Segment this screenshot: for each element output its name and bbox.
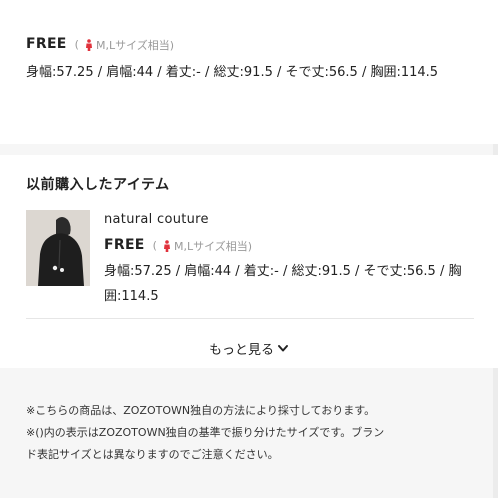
size-note-text: M,Lサイズ相当) <box>95 38 175 52</box>
footnote-line: ※こちらの商品は、ZOZOTOWN独自の方法により採寸しております。 <box>26 404 376 417</box>
show-more-button[interactable]: もっと見る <box>0 334 498 362</box>
product-thumbnail[interactable] <box>26 210 90 286</box>
section-title: 以前購入したアイテム <box>26 177 170 193</box>
current-size-row: FREE ( M,Lサイズ相当) <box>26 36 174 53</box>
footnote-line: ※()内の表示はZOZOTOWN独自の基準で振り分けたサイズです。ブラン <box>26 426 385 439</box>
size-note-paren: ( <box>74 38 79 51</box>
brand-name[interactable]: natural couture <box>104 212 209 227</box>
purchase-size-row: FREE ( M,Lサイズ相当) <box>104 237 252 254</box>
size-note: ( M,Lサイズ相当) <box>153 238 252 254</box>
chevron-down-icon <box>278 345 288 352</box>
product-image <box>26 210 90 286</box>
size-note-paren: ( <box>152 239 157 252</box>
measurements-text: 身幅:57.25 / 肩幅:44 / 着丈:- / 総丈:91.5 / そで丈:… <box>26 65 439 80</box>
purchase-measurements-text: 身幅:57.25 / 肩幅:44 / 着丈:- / 総丈:91.5 / そで丈:… <box>104 264 462 304</box>
footnote-line: ド表記サイズとは異なりますのでご注意ください。 <box>26 448 279 461</box>
person-icon <box>163 239 170 252</box>
size-label: FREE <box>104 237 145 253</box>
person-icon <box>85 38 92 51</box>
size-note: ( M,Lサイズ相当) <box>75 37 174 53</box>
footnotes: ※こちらの商品は、ZOZOTOWN独自の方法により採寸しております。 ※()内の… <box>26 400 474 466</box>
size-note-text: M,Lサイズ相当) <box>173 239 253 253</box>
show-more-label: もっと見る <box>208 342 274 358</box>
current-size-panel: FREE ( M,Lサイズ相当) 身幅:57.25 / 肩幅:44 / 着丈:-… <box>0 0 498 144</box>
size-label: FREE <box>26 36 67 52</box>
divider <box>26 318 474 319</box>
